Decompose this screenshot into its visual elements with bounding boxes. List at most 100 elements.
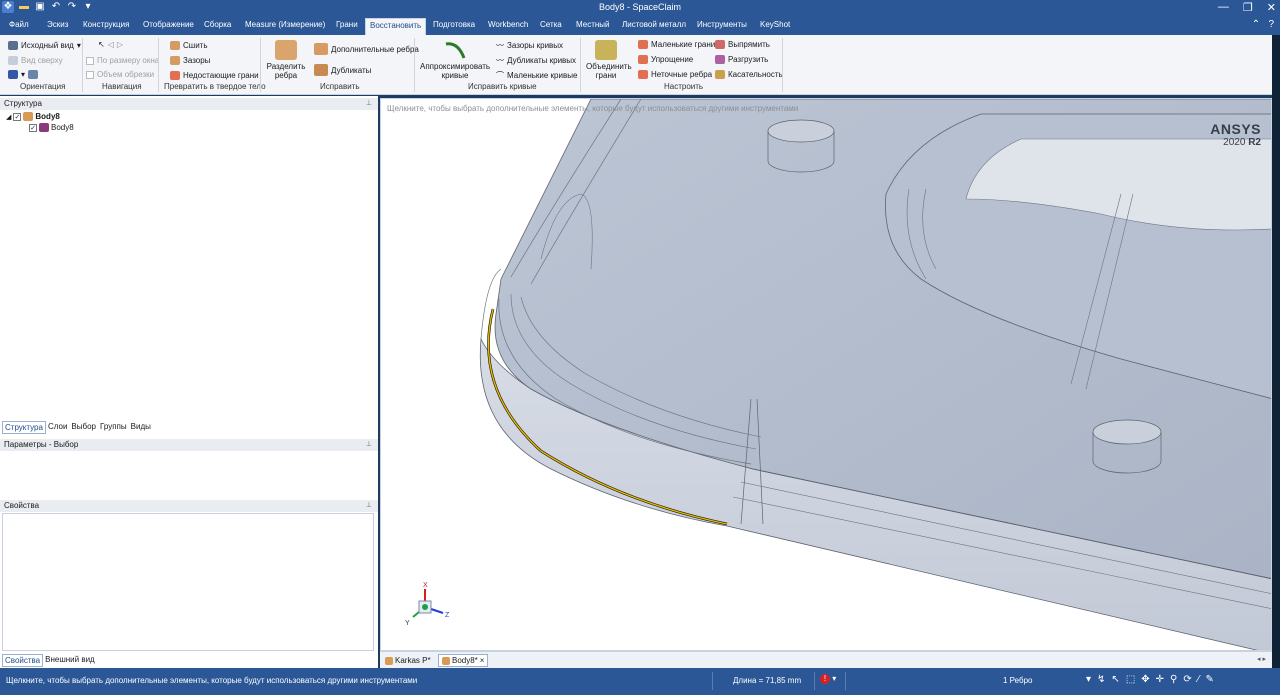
- gaps-icon: [170, 56, 180, 65]
- properties-grid[interactable]: [2, 513, 374, 651]
- small-faces-button[interactable]: Маленькие грани: [638, 40, 715, 49]
- brand-name: ANSYS: [1210, 121, 1261, 137]
- lasso-icon[interactable]: ↯: [1097, 674, 1105, 685]
- tab-layers[interactable]: Слои: [46, 421, 69, 434]
- tab-sheet-metal[interactable]: Листовой металл: [622, 20, 686, 29]
- line-tool-icon[interactable]: ⁄: [1198, 674, 1200, 685]
- fit-curves-button[interactable]: Аппроксимировать кривые: [420, 62, 490, 80]
- merge-faces-button[interactable]: Объединить грани: [586, 62, 632, 80]
- ansys-logo: ANSYS 2020 R2: [1210, 121, 1261, 148]
- missing-faces-button[interactable]: Недостающие грани: [170, 71, 259, 80]
- tab-assembly[interactable]: Сборка: [204, 20, 231, 29]
- tab-prepare[interactable]: Подготовка: [433, 20, 475, 29]
- expand-icon[interactable]: ◢: [6, 113, 11, 121]
- doc-tab-karkas[interactable]: Karkas P*: [382, 654, 434, 667]
- pen-icon[interactable]: ✎: [1205, 674, 1213, 685]
- solid-body-icon: [39, 123, 49, 132]
- tab-groups[interactable]: Группы: [98, 421, 129, 434]
- duplicates-icon: [314, 64, 328, 76]
- group-orientation-label: Ориентация: [20, 82, 66, 91]
- select-arrow-icon[interactable]: ↖: [98, 40, 105, 49]
- spin-icon[interactable]: ⟳: [1183, 674, 1191, 685]
- collapse-ribbon-icon[interactable]: ⌃: [1252, 19, 1260, 30]
- tab-local[interactable]: Местный: [576, 20, 610, 29]
- split-edges-button[interactable]: Разделить ребра: [266, 62, 306, 80]
- box-select-icon[interactable]: ⬚: [1126, 674, 1135, 685]
- small-curves-button[interactable]: ⌒ Маленькие кривые: [496, 70, 577, 81]
- duplicate-curves-button[interactable]: 〰 Дубликаты кривых: [496, 55, 576, 66]
- tab-selection[interactable]: Выбор: [69, 421, 98, 434]
- tab-tools[interactable]: Инструменты: [697, 20, 747, 29]
- error-icon[interactable]: ! ▾: [820, 674, 836, 684]
- maximize-button[interactable]: ❐: [1243, 1, 1253, 14]
- graphics-viewport[interactable]: Щелкните, чтобы выбрать дополнительные э…: [380, 98, 1272, 651]
- group-adjust-label: Настроить: [664, 82, 704, 91]
- straighten-button[interactable]: Выпрямить: [715, 40, 770, 49]
- top-view-button[interactable]: Вид сверху: [8, 56, 63, 65]
- tab-design[interactable]: Конструкция: [83, 20, 129, 29]
- extra-edges-button[interactable]: Дополнительные ребра: [314, 43, 419, 55]
- duplicates-button[interactable]: Дубликаты: [314, 64, 371, 76]
- pin-icon[interactable]: ⊥: [366, 439, 372, 451]
- home-view-button[interactable]: Исходный вид ▾: [8, 41, 81, 50]
- small-faces-icon: [638, 40, 648, 49]
- visibility-checkbox[interactable]: ✓: [13, 112, 22, 121]
- simplify-button[interactable]: Упрощение: [638, 55, 693, 64]
- tab-file[interactable]: Файл: [9, 20, 29, 29]
- tree-root-row[interactable]: ◢ ✓ Body8: [6, 112, 60, 121]
- nav-forward-icon[interactable]: ▷: [117, 40, 123, 49]
- select-mode-icon[interactable]: ▾: [1086, 674, 1091, 685]
- doc-tab-body8[interactable]: Body8* ×: [438, 654, 489, 667]
- pan-icon[interactable]: ✥: [1141, 674, 1149, 685]
- tab-appearance[interactable]: Внешний вид: [43, 654, 97, 667]
- minimize-button[interactable]: —: [1218, 1, 1229, 14]
- component-icon: [23, 112, 34, 121]
- tab-scroll-icons[interactable]: ◂ ▸: [1257, 655, 1266, 663]
- tab-structure[interactable]: Структура: [2, 421, 46, 434]
- axis-triad[interactable]: X Y Z: [399, 579, 459, 629]
- tab-workbench[interactable]: Workbench: [488, 20, 528, 29]
- pin-icon[interactable]: ⊥: [366, 500, 372, 512]
- stitch-button[interactable]: Сшить: [170, 41, 208, 50]
- zoom-icon[interactable]: ⚲: [1170, 674, 1177, 685]
- curve-gaps-icon: 〰: [496, 41, 504, 50]
- tab-display[interactable]: Отображение: [143, 20, 194, 29]
- visibility-checkbox[interactable]: ✓: [29, 123, 37, 132]
- axis-z-label: Z: [445, 612, 450, 619]
- tab-measure[interactable]: Measure (Измерение): [245, 20, 325, 29]
- properties-tabs: Свойства Внешний вид: [2, 654, 97, 667]
- move-icon[interactable]: ✛: [1156, 674, 1164, 685]
- tab-properties[interactable]: Свойства: [2, 654, 44, 667]
- curve-gaps-button[interactable]: 〰 Зазоры кривых: [496, 40, 563, 51]
- tab-repair[interactable]: Восстановить: [365, 18, 427, 35]
- gaps-button[interactable]: Зазоры: [170, 56, 210, 65]
- nav-back-icon[interactable]: ◁: [108, 40, 114, 49]
- model-3d-view[interactable]: [381, 99, 1272, 651]
- tab-keyshot[interactable]: KeyShot: [760, 20, 790, 29]
- tab-views[interactable]: Виды: [129, 421, 153, 434]
- extra-edges-icon: [314, 43, 328, 55]
- pointer-icon[interactable]: ↖: [1111, 674, 1119, 685]
- top-view-icon: [8, 56, 18, 65]
- tangency-button[interactable]: Касательность: [715, 70, 783, 79]
- view-style-button[interactable]: ▾: [8, 70, 39, 79]
- tab-sketch[interactable]: Эскиз: [47, 20, 68, 29]
- relax-button[interactable]: Разгрузить: [715, 55, 768, 64]
- tab-faces[interactable]: Грани: [336, 20, 358, 29]
- close-tab-icon[interactable]: ×: [480, 656, 485, 665]
- fit-window-toggle[interactable]: По размеру окна: [86, 56, 159, 65]
- divider: [782, 38, 783, 92]
- close-button[interactable]: ✕: [1267, 1, 1276, 14]
- inexact-edges-button[interactable]: Неточные ребра: [638, 70, 712, 79]
- divider: [814, 672, 815, 690]
- tree-child-row[interactable]: ✓ Body8: [29, 123, 74, 132]
- help-icon[interactable]: ?: [1268, 19, 1274, 30]
- divider: [845, 672, 846, 690]
- tangency-icon: [715, 70, 725, 79]
- axis-y-label: Y: [405, 620, 410, 627]
- clip-volume-toggle[interactable]: Объем обрезки: [86, 70, 154, 79]
- document-icon: [442, 656, 450, 665]
- tab-mesh[interactable]: Сетка: [540, 20, 562, 29]
- divider: [580, 38, 581, 92]
- pin-icon[interactable]: ⊥: [366, 98, 372, 110]
